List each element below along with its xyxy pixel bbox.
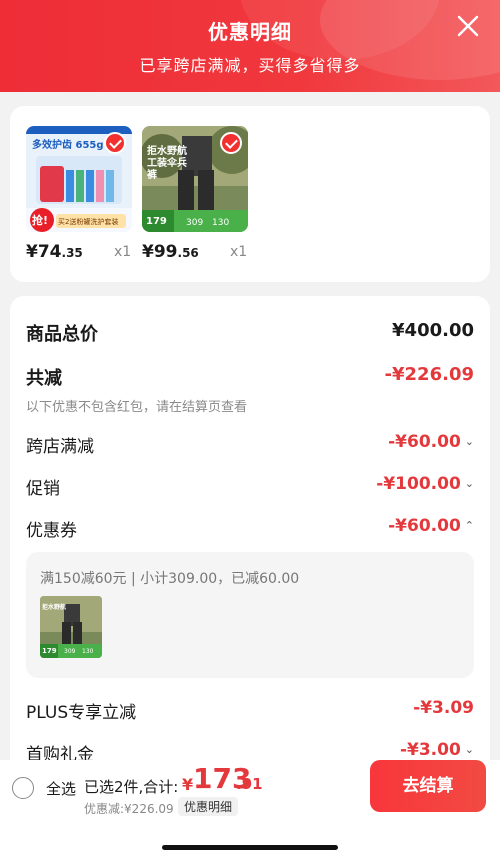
page-title: 优惠明细	[208, 20, 292, 44]
chevron-down-icon: ⌄	[464, 743, 474, 756]
product-image: 多效护齿 655g 抢! 买2送粉罐洗护套装	[26, 126, 132, 232]
reduced-row: 共减 -¥226.09	[26, 364, 474, 390]
product-qty: x1	[230, 244, 248, 260]
close-icon[interactable]	[456, 14, 480, 38]
product-price: ¥74.35	[26, 242, 83, 262]
total-row: 商品总价 ¥400.00	[26, 320, 474, 346]
discount-summary: 优惠减:¥226.09	[84, 802, 174, 816]
products-card: 多效护齿 655g 抢! 买2送粉罐洗护套装 ¥74.35 x1 拒水野航 工装…	[10, 106, 490, 282]
total-label: 商品总价	[26, 324, 98, 345]
product-qty: x1	[114, 244, 132, 260]
discount-row-promo[interactable]: 促销 -¥100.00 ⌄	[26, 474, 474, 500]
reduced-label: 共减	[26, 368, 62, 389]
product-image-text: 拒水野航 工装伞兵裤	[147, 146, 187, 181]
coupon-detail-box: 满150减60元 | 小计309.00，已减60.00 拒水野航 179 309…	[26, 552, 474, 678]
product-price: ¥99.56	[142, 242, 199, 262]
total-value: ¥400.00	[392, 320, 474, 341]
summary-card: 商品总价 ¥400.00 共减 -¥226.09 以下优惠不包含红包，请在结算页…	[10, 296, 490, 760]
discount-row-plus: PLUS专享立减 -¥3.09	[26, 698, 474, 723]
product-image-tag: 抢!	[32, 214, 49, 227]
chevron-down-icon: ⌄	[464, 435, 474, 448]
product-image-price: 179	[146, 216, 167, 227]
page-subtitle: 已享跨店满减，买得多省得多	[139, 56, 361, 75]
product-image: 拒水野航 工装伞兵裤 179 309 130	[142, 126, 248, 232]
product-image-banner: 买2送粉罐洗护套装	[58, 218, 119, 226]
discount-row-first-purchase[interactable]: 首购礼金 -¥3.00 ⌄	[26, 740, 474, 760]
header: 优惠明细 已享跨店满减，买得多省得多	[0, 0, 500, 92]
select-all-label[interactable]: 全选	[46, 778, 76, 799]
select-all-radio[interactable]	[12, 777, 34, 799]
selected-summary: 已选2件,合计:	[84, 778, 179, 796]
chevron-up-icon: ⌃	[464, 519, 474, 532]
content: 多效护齿 655g 抢! 买2送粉罐洗护套装 ¥74.35 x1 拒水野航 工装…	[0, 92, 500, 760]
reduced-value: -¥226.09	[384, 364, 474, 385]
product-item[interactable]: 多效护齿 655g 抢! 买2送粉罐洗护套装	[26, 126, 132, 232]
chevron-down-icon: ⌄	[464, 477, 474, 490]
discount-note: 以下优惠不包含红包，请在结算页查看	[26, 400, 248, 415]
total-decimal: .91	[236, 775, 263, 793]
product-image-a: 309	[186, 218, 204, 228]
total-currency: ¥	[182, 775, 194, 794]
product-item[interactable]: 拒水野航 工装伞兵裤 179 309 130	[142, 126, 248, 232]
product-image-b: 130	[212, 218, 230, 228]
discount-row-cross-store[interactable]: 跨店满减 -¥60.00 ⌄	[26, 432, 474, 458]
product-image-text: 多效护齿 655g	[32, 140, 104, 151]
coupon-detail-text: 满150减60元 | 小计309.00，已减60.00	[40, 571, 300, 587]
discount-row-coupon[interactable]: 优惠券 -¥60.00 ⌃	[26, 516, 474, 542]
discount-detail-link[interactable]: 优惠明细	[178, 797, 239, 816]
home-indicator[interactable]	[162, 845, 338, 850]
checked-icon[interactable]	[104, 132, 126, 154]
coupon-product-image: 拒水野航 179 309 130	[40, 596, 102, 658]
checked-icon[interactable]	[220, 132, 242, 154]
checkout-button[interactable]: 去结算	[370, 760, 486, 812]
